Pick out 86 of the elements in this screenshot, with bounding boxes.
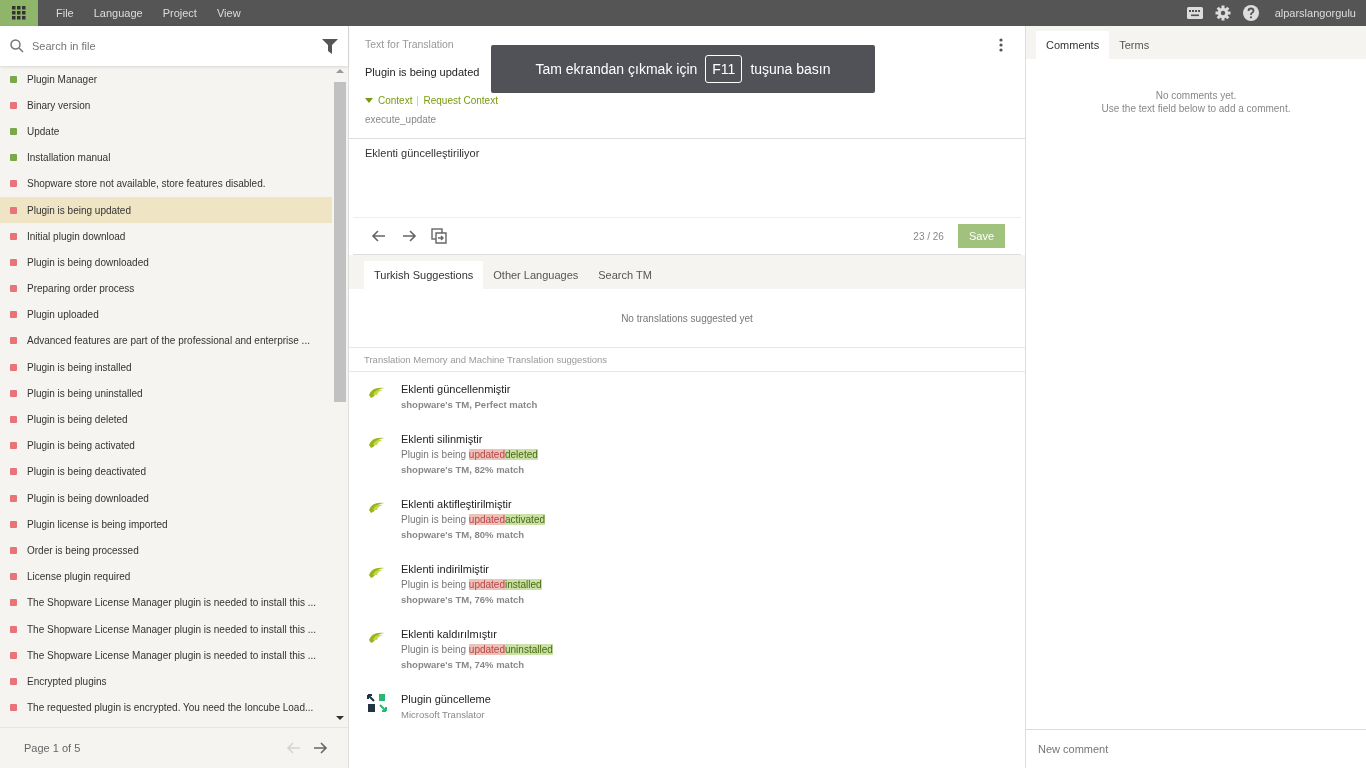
string-list-item[interactable]: Installation manual [0, 144, 332, 171]
string-list-item[interactable]: Plugin uploaded [0, 301, 332, 328]
string-list-item[interactable]: Binary version [0, 92, 332, 119]
suggestion-tab[interactable]: Search TM [588, 261, 662, 289]
scrollbar-thumb[interactable] [334, 82, 346, 402]
suggestion-tab[interactable]: Other Languages [483, 261, 589, 289]
previous-button[interactable] [371, 228, 387, 244]
suggestion-text: Eklenti silinmiştir [401, 433, 484, 445]
copy-source-button[interactable] [431, 228, 447, 244]
notice-text: tuşuna basın [750, 61, 831, 77]
notice-text: Tam ekrandan çıkmak için [535, 61, 698, 77]
suggestion-item[interactable]: Eklenti kaldırılmıştır Plugin is being updateduninstalled shopware's TM, 74% match [349, 617, 1025, 682]
string-list-item[interactable]: The Shopware License Manager plugin is needed to install this ... [0, 589, 332, 616]
source-diff: Plugin is being updateddeleted [401, 449, 538, 460]
suggestion-source: shopware's TM, 76% match [401, 594, 526, 605]
empty-message: No comments yet. [1154, 89, 1238, 102]
string-list-item[interactable]: Plugin is being downloaded [0, 485, 332, 512]
section-heading: Translation Memory and Machine Translation suggestions [364, 354, 608, 365]
caret-icon[interactable] [365, 98, 373, 103]
search-icon [10, 39, 24, 53]
context-key: execute_update [365, 114, 437, 125]
string-list-item[interactable]: Initial plugin download [0, 223, 332, 250]
source-diff: Plugin is being updatedinstalled [401, 579, 542, 590]
side-tab[interactable]: Terms [1109, 31, 1160, 59]
empty-message: No translations suggested yet [621, 312, 753, 324]
string-list-item[interactable]: Plugin is being activated [0, 432, 332, 459]
string-list-item[interactable]: Plugin Manager [0, 66, 332, 93]
menu-item[interactable]: Language [83, 7, 153, 19]
suggestion-text: Plugin güncelleme [401, 693, 491, 705]
source-diff: Plugin is being updatedactivated [401, 514, 545, 525]
next-button[interactable] [401, 228, 417, 244]
suggestion-item[interactable]: Eklenti aktifleştirilmiştir Plugin is being updatedactivated shopware's TM, 80% match [349, 487, 1025, 552]
string-list-item[interactable]: Plugin license is being imported [0, 511, 332, 538]
string-list-item[interactable]: Encrypted plugins [0, 668, 332, 695]
string-list-item[interactable]: The Shopware License Manager plugin is needed to install this ... [0, 615, 332, 643]
string-list-item[interactable]: Order is being processed [0, 537, 332, 564]
source-heading: Text for Translation [365, 38, 454, 50]
keyboard-icon[interactable] [1186, 7, 1203, 19]
string-list-item[interactable]: Plugin is being downloaded [0, 249, 332, 276]
string-list-item[interactable]: Plugin is being deleted [0, 406, 332, 433]
suggestion-text: Eklenti kaldırılmıştır [401, 628, 498, 640]
key-label: F11 [705, 55, 743, 83]
next-page-button[interactable] [312, 740, 328, 756]
suggestion-source: shopware's TM, Perfect match [401, 399, 538, 410]
string-list-item[interactable]: License plugin required [0, 563, 332, 590]
grid-icon [12, 6, 26, 20]
menu-item[interactable]: Project [152, 7, 207, 19]
suggestion-item[interactable]: Eklenti silinmiştir Plugin is being updateddeleted shopware's TM, 82% match [349, 422, 1025, 487]
progress-counter: 23 / 26 [913, 230, 944, 242]
string-list-item[interactable]: Shopware store not available, store features disabled. [0, 170, 332, 197]
menu-item[interactable]: File [46, 7, 84, 19]
string-list-item[interactable]: The Shopware License Manager plugin is needed to install this ... [0, 642, 332, 669]
string-list-item[interactable]: Advanced features are part of the professional and enterprise ... [0, 327, 332, 355]
suggestion-item[interactable]: Eklenti indirilmiştir Plugin is being updatedinstalled shopware's TM, 76% match [349, 552, 1025, 617]
more-icon[interactable] [999, 38, 1003, 52]
filter-icon[interactable] [322, 38, 338, 54]
translate-icon [367, 693, 387, 713]
suggestion-tab[interactable]: Turkish Suggestions [364, 261, 484, 289]
suggestion-item[interactable]: Plugin güncelleme Microsoft Translator [349, 682, 1025, 732]
username[interactable]: alparslangorgulu [1274, 7, 1356, 19]
source-diff: Plugin is being updateduninstalled [401, 644, 553, 655]
suggestion-source: Microsoft Translator [401, 709, 486, 720]
suggestion-source: shopware's TM, 74% match [401, 659, 526, 670]
empty-message: Use the text field below to add a comment. [1100, 102, 1292, 115]
string-list-item[interactable]: Plugin is being deactivated [0, 458, 332, 485]
apps-button[interactable] [0, 0, 38, 26]
string-list-item[interactable]: Plugin is being updated [0, 196, 332, 224]
help-icon[interactable] [1242, 5, 1259, 21]
string-list-item[interactable]: Preparing order process [0, 275, 332, 302]
string-list-item[interactable]: Update [0, 118, 332, 145]
search-field[interactable]: Search in file [30, 39, 316, 53]
string-list-item[interactable]: The requested plugin is encrypted. You need the Ioncube Load... [0, 694, 332, 721]
settings-icon[interactable] [1214, 5, 1231, 21]
source-text: Plugin is being updated [365, 66, 480, 78]
suggestion-text: Eklenti aktifleştirilmiştir [401, 498, 513, 510]
suggestion-text: Eklenti güncellenmiştir [401, 383, 512, 395]
menu-item[interactable]: View [206, 7, 251, 19]
side-tab[interactable]: Comments [1036, 31, 1110, 59]
search-bar[interactable]: Search in file [0, 26, 348, 66]
suggestion-source: shopware's TM, 80% match [401, 529, 526, 540]
page-indicator: Page 1 of 5 [24, 742, 81, 754]
string-list-item[interactable]: Plugin is being uninstalled [0, 380, 332, 407]
suggestion-text: Eklenti indirilmiştir [401, 563, 491, 575]
suggestion-source: shopware's TM, 82% match [401, 464, 526, 475]
suggestion-item[interactable]: Eklenti güncellenmiştir shopware's TM, Perfect match [349, 372, 1025, 422]
string-list-item[interactable]: Plugin is being installed [0, 354, 332, 381]
